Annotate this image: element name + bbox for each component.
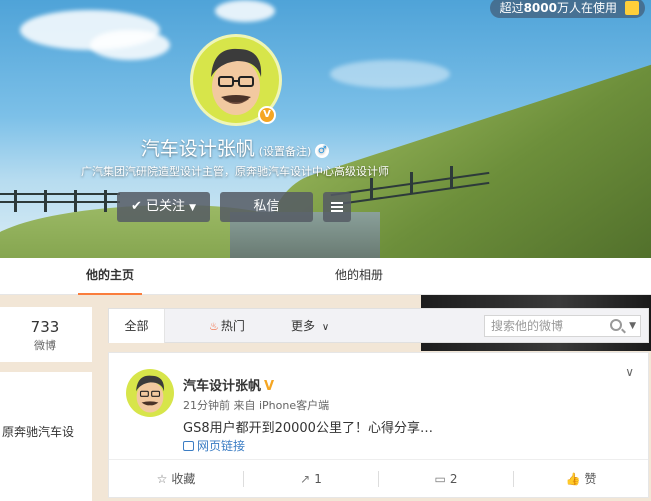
weibo-count-label[interactable]: 微博 [0,337,90,353]
fence-post [370,178,373,200]
cloud [330,60,450,88]
cloud [215,0,275,22]
post-text: GS8用户都开到20000公里了！心得分享… [183,421,433,436]
cloud [90,30,170,60]
search-placeholder: 搜索他的微博 [491,319,564,333]
profile-tabs: 他的主页 他的相册 [0,258,651,295]
filter-hot[interactable]: ♨ 热门 [209,309,245,343]
profile-name-text: 汽车设计张帆 [140,138,255,160]
star-icon: ☆ [156,472,168,486]
avatar-illustration [136,375,165,413]
post-link[interactable]: 网页链接 [183,437,245,454]
message-button[interactable]: 私信 [220,192,313,222]
like-label: 赞 [584,472,597,486]
favorite-label: 收藏 [171,472,196,486]
repost-count: 1 [314,472,322,486]
caret-down-icon: ▼ [189,203,197,213]
follow-label: 已关注 [145,199,185,214]
badge-suffix: 万人在使用 [556,1,617,15]
intro-snippet: 原奔驰汽车设 [2,425,75,439]
link-icon [183,441,194,451]
post-link-label: 网页链接 [197,439,246,453]
post-meta[interactable]: 21分钟前 来自 iPhone客户端 [183,397,329,413]
set-remark-link[interactable]: (设置备注) [259,145,312,158]
male-icon: ♂ [315,144,330,158]
search-input[interactable]: 搜索他的微博 ▼ [484,315,641,337]
comment-button[interactable]: ▭ 2 [379,460,513,498]
post-author-name: 汽车设计张帆 [183,379,262,394]
comment-icon: ▭ [434,472,446,486]
fence [0,193,120,195]
filter-more[interactable]: 更多 ∨ [291,309,329,343]
filter-all[interactable]: 全部 [109,309,165,343]
post-actions: ☆ 收藏 ↗ 1 ▭ 2 👍 赞 [109,459,648,497]
fence-post [44,190,47,212]
badge-prefix: 超过 [499,1,524,15]
user-count-badge[interactable]: 超过8000万人在使用 [489,0,645,18]
feed-filter-bar: 全部 ♨ 热门 更多 ∨ 搜索他的微博 ▼ [108,308,649,343]
chevron-down-icon[interactable]: ∨ [625,365,634,379]
check-icon: ✔ [130,199,142,214]
fence [0,201,120,203]
profile-name: 汽车设计张帆 (设置备注) ♂ [0,134,470,161]
post-author[interactable]: 汽车设计张帆 V [183,375,274,394]
tab-home[interactable]: 他的主页 [78,258,142,295]
stats-card: 733 微博 [0,307,92,362]
message-label: 私信 [253,199,280,214]
follow-button[interactable]: ✔ 已关注 ▼ [117,192,210,222]
fence-post [74,190,77,212]
tab-album[interactable]: 他的相册 [322,258,396,295]
post-avatar[interactable] [126,369,174,417]
caret-down-icon[interactable]: ▼ [629,316,636,336]
badge-count: 8000 [523,1,557,15]
search-icon[interactable] [610,319,622,331]
profile-description: 广汽集团汽研院造型设计主管，原奔驰汽车设计中心高级设计师 [81,165,389,178]
fence-post [14,190,17,212]
post-card: 汽车设计张帆 V 21分钟前 来自 iPhone客户端 GS8用户都开到20000… [108,352,649,498]
comment-count: 2 [449,472,458,486]
repost-icon: ↗ [300,472,311,486]
flame-icon: ♨ [209,320,219,333]
fence-post [104,190,107,212]
filter-hot-label: 热门 [220,319,245,333]
filter-more-label: 更多 [291,319,316,333]
like-button[interactable]: 👍 赞 [514,460,648,498]
chevron-down-icon: ∨ [321,322,330,333]
more-menu-button[interactable] [323,192,351,222]
weibo-count[interactable]: 733 [0,318,90,336]
app-icon [625,1,639,15]
repost-button[interactable]: ↗ 1 [244,460,378,498]
profile-cover: 超过8000万人在使用 V 汽车设计张帆 (设置备注) ♂ 广汽集团汽研院造型设计主… [0,0,651,258]
thumbs-up-icon: 👍 [565,472,581,486]
intro-card: 原奔驰汽车设 [0,372,92,501]
verified-icon: V [264,379,275,394]
favorite-button[interactable]: ☆ 收藏 [109,460,243,498]
verified-badge-icon: V [258,106,276,124]
